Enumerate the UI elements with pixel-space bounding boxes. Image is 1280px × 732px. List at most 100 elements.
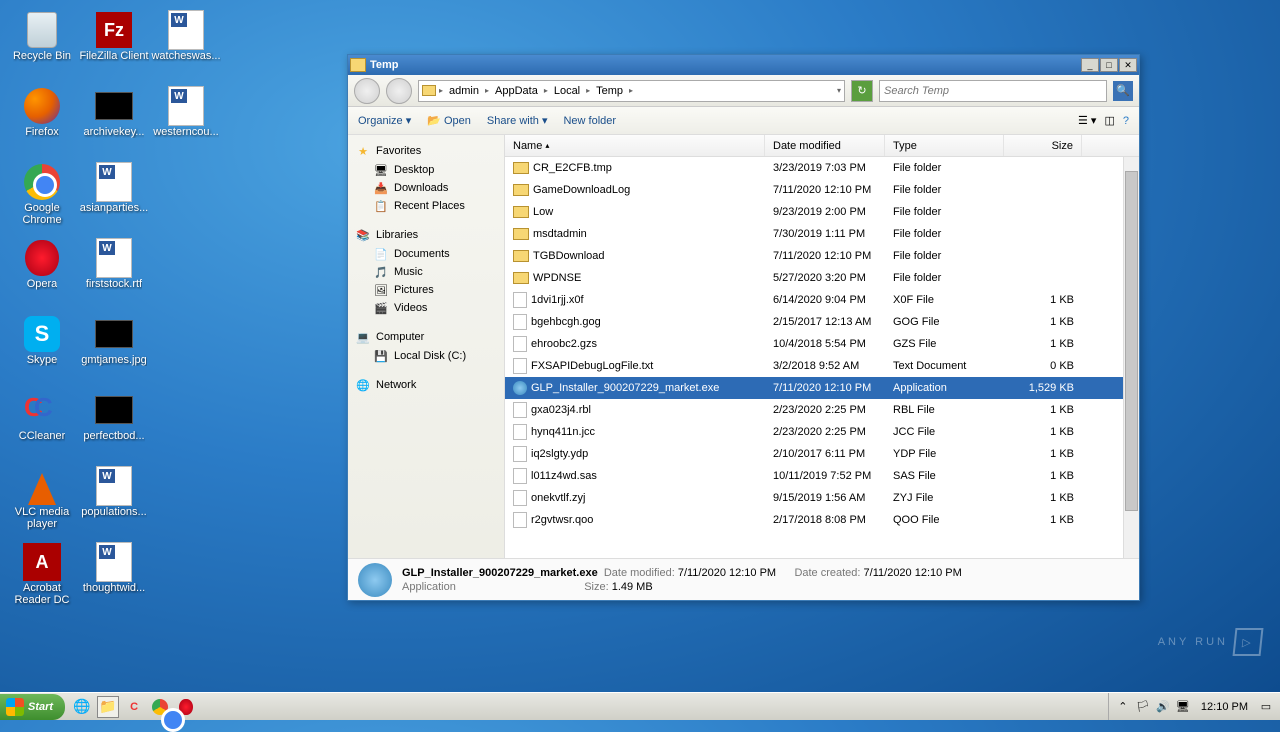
desktop-icon[interactable]: firststock.rtf: [78, 234, 150, 310]
search-input[interactable]: [884, 85, 1102, 97]
desktop-icon[interactable]: gmtjames.jpg: [78, 310, 150, 386]
help-button[interactable]: ?: [1123, 115, 1129, 127]
desktop-icon[interactable]: CCleaner: [6, 386, 78, 462]
file-row[interactable]: GameDownloadLog7/11/2020 12:10 PMFile fo…: [505, 179, 1139, 201]
file-row[interactable]: gxa023j4.rbl2/23/2020 2:25 PMRBL File1 K…: [505, 399, 1139, 421]
chevron-right-icon[interactable]: ▸: [586, 86, 590, 95]
chevron-right-icon[interactable]: ▸: [439, 86, 443, 95]
desktop-icon[interactable]: perfectbod...: [78, 386, 150, 462]
file-icon: [513, 512, 527, 528]
file-row[interactable]: CR_E2CFB.tmp3/23/2019 7:03 PMFile folder: [505, 157, 1139, 179]
file-row[interactable]: Low9/23/2019 2:00 PMFile folder: [505, 201, 1139, 223]
desktop-icon[interactable]: Recycle Bin: [6, 6, 78, 82]
breadcrumb-segment[interactable]: AppData: [492, 85, 541, 97]
file-row[interactable]: onekvtlf.zyj9/15/2019 1:56 AMZYJ File1 K…: [505, 487, 1139, 509]
taskbar-clock[interactable]: 12:10 PM: [1195, 701, 1254, 713]
file-row[interactable]: WPDNSE5/27/2020 3:20 PMFile folder: [505, 267, 1139, 289]
minimize-button[interactable]: _: [1081, 58, 1099, 72]
thumb-icon: [94, 314, 134, 354]
nav-recent[interactable]: 📋Recent Places: [348, 197, 504, 215]
nav-music[interactable]: 🎵Music: [348, 263, 504, 281]
desktop-icon[interactable]: Opera: [6, 234, 78, 310]
open-button[interactable]: 📂 Open: [427, 114, 471, 127]
close-button[interactable]: ✕: [1119, 58, 1137, 72]
desktop-icon[interactable]: watcheswas...: [150, 6, 222, 82]
vertical-scrollbar[interactable]: [1123, 157, 1139, 558]
file-row[interactable]: l011z4wd.sas10/11/2019 7:52 PMSAS File1 …: [505, 465, 1139, 487]
address-bar[interactable]: ▸ admin ▸ AppData ▸ Local ▸ Temp ▸ ▾: [418, 80, 845, 102]
file-row[interactable]: r2gvtwsr.qoo2/17/2018 8:08 PMQOO File1 K…: [505, 509, 1139, 531]
back-button[interactable]: [354, 78, 380, 104]
column-type[interactable]: Type: [885, 135, 1004, 156]
nav-pictures[interactable]: 🖼Pictures: [348, 281, 504, 299]
nav-documents[interactable]: 📄Documents: [348, 245, 504, 263]
desktop-icon[interactable]: AAcrobat Reader DC: [6, 538, 78, 614]
taskbar-ie[interactable]: 🌐: [71, 696, 93, 718]
network-group[interactable]: 🌐Network: [348, 375, 504, 395]
file-row[interactable]: iq2slgty.ydp2/10/2017 6:11 PMYDP File1 K…: [505, 443, 1139, 465]
chevron-down-icon[interactable]: ▾: [837, 86, 841, 95]
preview-pane-button[interactable]: ◫: [1104, 114, 1114, 127]
column-name[interactable]: Name ▴: [505, 135, 765, 156]
chevron-right-icon[interactable]: ▸: [544, 86, 548, 95]
nav-videos[interactable]: 🎬Videos: [348, 299, 504, 317]
file-row[interactable]: bgehbcgh.gog2/15/2017 12:13 AMGOG File1 …: [505, 311, 1139, 333]
desktop-icon[interactable]: Google Chrome: [6, 158, 78, 234]
taskbar-chrome[interactable]: [149, 696, 171, 718]
desktop-icon[interactable]: FzFileZilla Client: [78, 6, 150, 82]
desktop-icon[interactable]: westerncou...: [150, 82, 222, 158]
desktop-icon[interactable]: Firefox: [6, 82, 78, 158]
search-box[interactable]: [879, 80, 1107, 102]
refresh-button[interactable]: ↻: [851, 80, 873, 102]
maximize-button[interactable]: □: [1100, 58, 1118, 72]
column-date[interactable]: Date modified: [765, 135, 885, 156]
chevron-right-icon[interactable]: ▸: [629, 86, 633, 95]
desktop-icon[interactable]: asianparties...: [78, 158, 150, 234]
file-row[interactable]: FXSAPIDebugLogFile.txt3/2/2018 9:52 AMTe…: [505, 355, 1139, 377]
desktop-icon[interactable]: SSkype: [6, 310, 78, 386]
file-icon: [513, 468, 527, 484]
desktop-icon[interactable]: VLC media player: [6, 462, 78, 538]
view-menu[interactable]: ☰ ▾: [1078, 114, 1096, 127]
file-row[interactable]: msdtadmin7/30/2019 1:11 PMFile folder: [505, 223, 1139, 245]
chevron-right-icon[interactable]: ▸: [485, 86, 489, 95]
file-row[interactable]: TGBDownload7/11/2020 12:10 PMFile folder: [505, 245, 1139, 267]
file-row[interactable]: hynq411n.jcc2/23/2020 2:25 PMJCC File1 K…: [505, 421, 1139, 443]
breadcrumb-segment[interactable]: Local: [551, 85, 583, 97]
command-toolbar: Organize ▾ 📂 Open Share with ▾ New folde…: [348, 107, 1139, 135]
titlebar[interactable]: Temp _ □ ✕: [348, 55, 1139, 75]
share-menu[interactable]: Share with ▾: [487, 114, 548, 127]
taskbar-ccleaner[interactable]: C: [123, 696, 145, 718]
search-button[interactable]: 🔍: [1113, 81, 1133, 101]
tray-network[interactable]: 🖥: [1175, 699, 1191, 715]
icon-label: asianparties...: [80, 202, 148, 214]
tray-volume[interactable]: 🔊: [1155, 699, 1171, 715]
new-folder-button[interactable]: New folder: [563, 115, 616, 127]
desktop-icon[interactable]: populations...: [78, 462, 150, 538]
computer-icon: 💻: [356, 330, 370, 344]
start-button[interactable]: Start: [0, 694, 65, 720]
taskbar-explorer[interactable]: 📁: [97, 696, 119, 718]
desktop-icon[interactable]: thoughtwid...: [78, 538, 150, 614]
nav-downloads[interactable]: 📥Downloads: [348, 179, 504, 197]
breadcrumb-segment[interactable]: admin: [446, 85, 482, 97]
file-row[interactable]: GLP_Installer_900207229_market.exe7/11/2…: [505, 377, 1139, 399]
file-icon: [513, 358, 527, 374]
breadcrumb-segment[interactable]: Temp: [593, 85, 626, 97]
file-row[interactable]: ehroobc2.gzs10/4/2018 5:54 PMGZS File1 K…: [505, 333, 1139, 355]
nav-desktop[interactable]: 🖥Desktop: [348, 161, 504, 179]
organize-menu[interactable]: Organize ▾: [358, 114, 411, 127]
desktop-icon[interactable]: archivekey...: [78, 82, 150, 158]
show-desktop[interactable]: ▭: [1258, 699, 1274, 715]
forward-button[interactable]: [386, 78, 412, 104]
tray-action-center[interactable]: 🏳: [1135, 699, 1151, 715]
nav-local-disk[interactable]: 💾Local Disk (C:): [348, 347, 504, 365]
tray-expand[interactable]: ⌃: [1115, 699, 1131, 715]
details-filename: GLP_Installer_900207229_market.exe: [402, 567, 598, 579]
computer-group[interactable]: 💻Computer: [348, 327, 504, 347]
libraries-group[interactable]: 📚Libraries: [348, 225, 504, 245]
scroll-thumb[interactable]: [1125, 171, 1138, 511]
file-row[interactable]: 1dvi1rjj.x0f6/14/2020 9:04 PMX0F File1 K…: [505, 289, 1139, 311]
favorites-group[interactable]: ★Favorites: [348, 141, 504, 161]
column-size[interactable]: Size: [1004, 135, 1082, 156]
